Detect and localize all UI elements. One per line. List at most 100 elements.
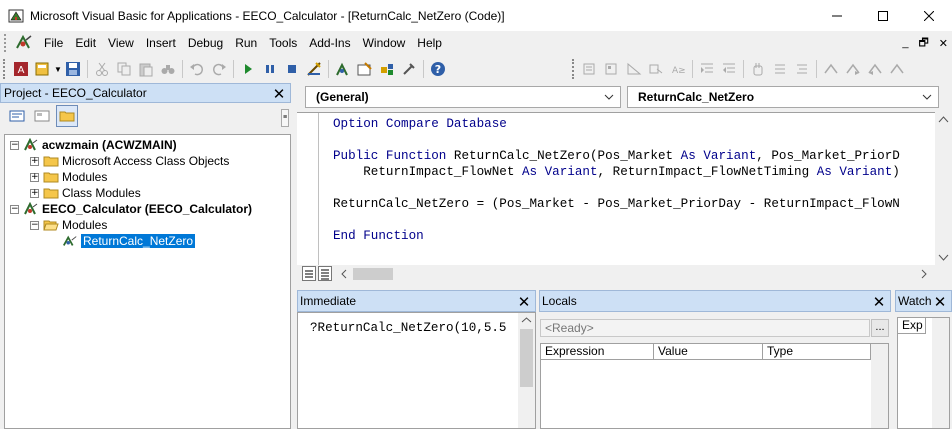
mdi-close-button[interactable]: ✕ [939,37,948,50]
help-button[interactable]: ? [427,58,449,80]
menu-run[interactable]: Run [229,31,263,55]
tree-collapse-toggle[interactable]: − [10,204,19,214]
column-header-expression[interactable]: Exp [898,318,926,334]
copy-button[interactable] [113,58,135,80]
menu-tools[interactable]: Tools [263,31,303,55]
scroll-left-icon[interactable] [337,267,351,281]
properties-window-button[interactable] [354,58,376,80]
insert-dropdown-arrow[interactable]: ▼ [54,65,62,74]
comment-block-button[interactable] [769,58,791,80]
tree-collapse-toggle[interactable]: − [30,220,39,230]
code-line[interactable]: Public Function ReturnCalc_NetZero(Pos_M… [333,148,900,164]
list-properties-button[interactable] [579,58,601,80]
tree-node-modules[interactable]: + Modules [30,169,107,185]
quick-info-button[interactable] [623,58,645,80]
menu-add-ins[interactable]: Add-Ins [303,31,356,55]
watches-close-button[interactable]: ✕ [931,291,949,313]
scroll-up-icon[interactable] [518,313,535,327]
menu-window[interactable]: Window [357,31,412,55]
chevron-down-icon[interactable] [602,87,616,107]
complete-word-button[interactable]: A≥ [667,58,689,80]
view-code-button[interactable] [6,105,28,127]
project-explorer-close-button[interactable]: ✕ [270,84,288,104]
edit-toolbar-grip[interactable] [571,59,576,79]
watches-titlebar[interactable]: Watch ✕ [895,290,952,312]
code-line[interactable]: End Function [333,228,900,244]
code-line[interactable] [333,212,900,228]
reset-button[interactable] [281,58,303,80]
code-editor[interactable]: Option Compare Database Public Function R… [297,112,935,266]
parameter-info-button[interactable] [645,58,667,80]
immediate-vertical-scrollbar[interactable] [518,313,535,428]
find-button[interactable] [157,58,179,80]
design-mode-button[interactable] [303,58,325,80]
menu-edit[interactable]: Edit [69,31,102,55]
vba-menu-icon[interactable] [14,34,34,52]
code-line[interactable]: Option Compare Database [333,116,900,132]
uncomment-block-button[interactable] [791,58,813,80]
immediate-close-button[interactable]: ✕ [515,291,533,313]
tree-expand-toggle[interactable]: + [30,172,39,182]
scroll-down-icon[interactable] [935,249,952,265]
save-button[interactable] [62,58,84,80]
next-bookmark-button[interactable] [842,58,864,80]
close-button[interactable] [906,0,952,31]
object-combo[interactable]: (General) [305,86,621,108]
paste-button[interactable] [135,58,157,80]
column-header-type[interactable]: Type [763,344,871,360]
mdi-minimize-button[interactable]: _ [902,37,908,49]
menu-view[interactable]: View [102,31,140,55]
view-access-button[interactable]: A [10,58,32,80]
immediate-text[interactable]: ?ReturnCalc_NetZero(10,5.5 [310,321,515,335]
column-header-expression[interactable]: Expression [541,344,654,360]
procedure-combo[interactable]: ReturnCalc_NetZero [627,86,939,108]
list-constants-button[interactable] [601,58,623,80]
procedure-view-button[interactable] [302,266,316,281]
code-line[interactable] [333,180,900,196]
horizontal-scroll-thumb[interactable] [353,268,393,280]
watches-grid[interactable]: Exp [897,317,950,429]
project-explorer-titlebar[interactable]: Project - EECO_Calculator ✕ [0,83,291,103]
toolbar-grip[interactable] [3,59,7,79]
clear-bookmarks-button[interactable] [886,58,908,80]
toggle-breakpoint-button[interactable] [747,58,769,80]
project-explorer-button[interactable] [332,58,354,80]
undo-button[interactable] [186,58,208,80]
maximize-button[interactable] [860,0,906,31]
locals-close-button[interactable]: ✕ [870,291,888,313]
insert-module-button[interactable] [32,58,54,80]
full-module-view-button[interactable] [318,266,332,281]
tree-node-eeco-calculator[interactable]: − EECO_Calculator (EECO_Calculator) [10,201,252,217]
menu-debug[interactable]: Debug [182,31,229,55]
scroll-right-icon[interactable] [917,267,931,281]
call-stack-button[interactable]: ... [871,319,889,337]
scroll-up-icon[interactable] [935,112,952,128]
menu-insert[interactable]: Insert [140,31,182,55]
object-browser-button[interactable] [376,58,398,80]
code-margin-indicator-bar[interactable] [297,113,319,266]
vertical-scroll-thumb[interactable] [520,329,533,387]
run-button[interactable] [237,58,259,80]
outdent-button[interactable] [718,58,740,80]
previous-bookmark-button[interactable] [864,58,886,80]
project-toolbar-overflow[interactable]: ≡ [281,109,289,127]
toggle-bookmark-button[interactable] [820,58,842,80]
tree-node-acwzmain[interactable]: − acwzmain (ACWZMAIN) [10,137,177,153]
break-button[interactable] [259,58,281,80]
menu-file[interactable]: File [38,31,69,55]
code-line[interactable] [333,132,900,148]
locals-grid[interactable]: Expression Value Type [540,343,889,429]
indent-button[interactable] [696,58,718,80]
immediate-body[interactable]: ?ReturnCalc_NetZero(10,5.5 [297,312,536,429]
watches-vertical-scrollbar[interactable] [932,318,949,428]
code-vertical-scrollbar[interactable] [935,112,952,265]
chevron-down-icon[interactable] [920,87,934,107]
redo-button[interactable] [208,58,230,80]
code-line[interactable]: ReturnImpact_FlowNet As Variant, ReturnI… [333,164,900,180]
minimize-button[interactable] [814,0,860,31]
tree-node-access-class-objects[interactable]: + Microsoft Access Class Objects [30,153,229,169]
tree-node-returncalc-netzero[interactable]: ReturnCalc_NetZero [62,233,196,249]
code-text[interactable]: Option Compare Database Public Function R… [333,116,900,244]
menu-help[interactable]: Help [411,31,448,55]
tree-collapse-toggle[interactable]: − [10,140,19,150]
